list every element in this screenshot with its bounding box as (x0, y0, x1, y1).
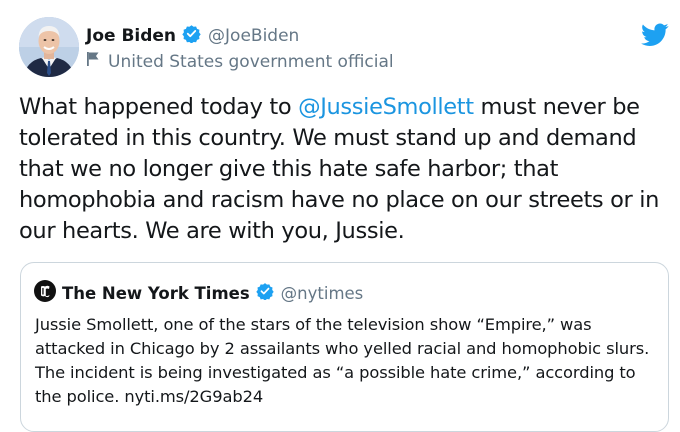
quoted-tweet-text: Jussie Smollett, one of the stars of the… (35, 315, 650, 406)
author-handle[interactable]: @JoeBiden (208, 26, 299, 46)
tweet-text-start: What happened today to (19, 94, 299, 120)
tweet-card: Joe Biden @JoeBiden United States govern… (0, 0, 680, 432)
author-name[interactable]: Joe Biden (86, 26, 176, 46)
quoted-tweet[interactable]: The New York Times @nytimes Jussie Smoll… (20, 262, 669, 432)
verified-badge-icon (182, 24, 201, 48)
quoted-tweet-header: The New York Times @nytimes (34, 280, 363, 306)
mention-link[interactable]: @JussieSmollett (298, 94, 474, 120)
verified-badge-icon (255, 282, 274, 304)
author-line: Joe Biden @JoeBiden (86, 24, 299, 48)
avatar[interactable] (19, 17, 79, 77)
quoted-author-name[interactable]: The New York Times (62, 284, 250, 303)
flag-icon (86, 51, 100, 72)
account-label-text: United States government official (108, 51, 394, 72)
quoted-author-handle[interactable]: @nytimes (281, 284, 364, 303)
tweet-text: What happened today to @JussieSmollett m… (19, 92, 669, 247)
nyt-logo-icon (34, 280, 56, 306)
twitter-bird-icon[interactable] (641, 23, 669, 51)
account-label: United States government official (86, 51, 394, 72)
